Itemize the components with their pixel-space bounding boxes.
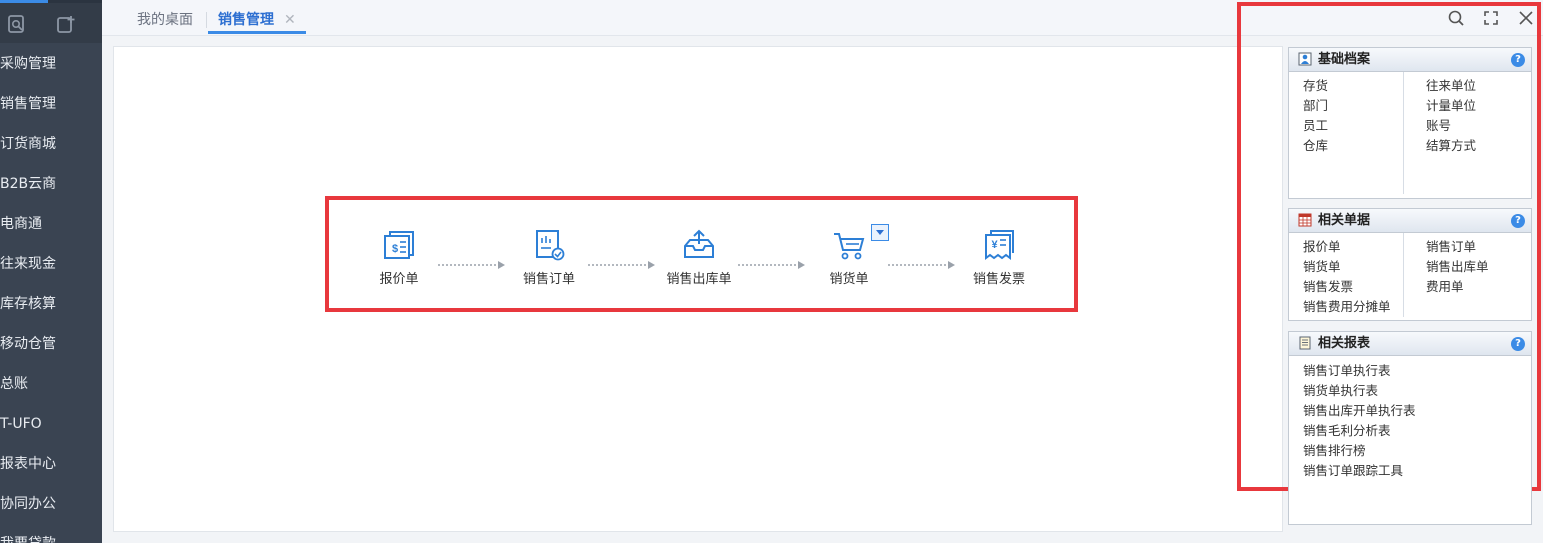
flow-node-label: 销货单 [829,272,869,287]
link-report-delivery-exec[interactable]: 销货单执行表 [1303,381,1416,401]
panel-right-column: 销售订单 销售出库单 费用单 [1426,237,1489,297]
sidebar-item-ecommerce[interactable]: 电商通 [0,204,102,244]
sidebar-item-b2b[interactable]: B2B云商 [0,164,102,204]
flow-node-label: 销售出库单 [666,272,732,287]
sidebar-item-sales[interactable]: 销售管理 [0,84,102,124]
link-sales-delivery[interactable]: 销货单 [1303,257,1391,277]
panel-body: 报价单 销货单 销售发票 销售费用分摊单 销售订单 销售出库单 费用单 [1289,233,1531,320]
link-employee[interactable]: 员工 [1303,116,1328,136]
link-report-outbound-exec[interactable]: 销售出库开单执行表 [1303,401,1416,421]
link-sales-order[interactable]: 销售订单 [1426,237,1489,257]
sidebar-menu: 采购管理 销售管理 订货商城 B2B云商 电商通 往来现金 库存核算 移动仓管 … [0,44,102,543]
sales-delivery-dropdown-button[interactable] [871,224,889,241]
user-file-icon [1298,52,1312,66]
flow-node-sales-order[interactable]: 销售订单 [504,228,594,287]
link-partner[interactable]: 往来单位 [1426,76,1476,96]
link-account[interactable]: 账号 [1426,116,1476,136]
flow-node-outbound[interactable]: 销售出库单 [654,228,744,287]
panel-left-column: 报价单 销货单 销售发票 销售费用分摊单 [1303,237,1391,317]
panel-left-column: 存货 部门 员工 仓库 [1303,76,1328,156]
cart-icon [834,233,865,260]
search-doc-icon[interactable] [8,15,26,33]
invoice-icon: ¥ [985,230,1014,260]
link-department[interactable]: 部门 [1303,96,1328,116]
tab-divider [206,12,207,28]
tab-my-desktop[interactable]: 我的桌面 [137,8,193,34]
panel-title: 基础档案 [1318,52,1371,67]
link-report-order-tracking[interactable]: 销售订单跟踪工具 [1303,461,1416,481]
svg-text:¥: ¥ [992,239,999,251]
help-icon[interactable]: ? [1511,214,1525,228]
quote-icon: $ [384,231,414,259]
panel-column-divider [1403,233,1404,317]
link-report-ranking[interactable]: 销售排行榜 [1303,441,1416,461]
sidebar-item-tufo[interactable]: T-UFO [0,404,102,444]
report-icon [1299,336,1311,350]
flow-node-label: 销售订单 [522,272,575,287]
panel-body: 存货 部门 员工 仓库 往来单位 计量单位 账号 结算方式 [1289,72,1531,198]
link-expense-allocation[interactable]: 销售费用分摊单 [1303,297,1391,317]
panel-title: 相关报表 [1318,336,1371,351]
link-settlement[interactable]: 结算方式 [1426,136,1476,156]
help-icon[interactable]: ? [1511,53,1525,67]
panel-related-docs: 相关单据 ? 报价单 销货单 销售发票 销售费用分摊单 销售订单 销售出库单 费… [1288,208,1532,321]
panel-header: 相关单据 ? [1289,209,1531,233]
flow-node-quote[interactable]: $ 报价单 [354,228,444,287]
panel-right-column: 往来单位 计量单位 账号 结算方式 [1426,76,1476,156]
svg-text:$: $ [392,243,398,255]
sales-flow-box: $ 报价单 销售订单 销售出库单 销货单 ¥ 销售发票 [325,196,1078,312]
sidebar-item-loan[interactable]: 我要贷款 [0,524,102,543]
link-warehouse[interactable]: 仓库 [1303,136,1328,156]
tab-label: 销售管理 [218,12,274,28]
sidebar-item-reports[interactable]: 报表中心 [0,444,102,484]
panel-related-reports: 相关报表 ? 销售订单执行表 销货单执行表 销售出库开单执行表 销售毛利分析表 … [1288,331,1532,525]
sidebar-item-mobile-warehouse[interactable]: 移动仓管 [0,324,102,364]
sidebar-icon-bar [0,3,102,43]
link-sales-invoice[interactable]: 销售发票 [1303,277,1391,297]
panel-body: 销售订单执行表 销货单执行表 销售出库开单执行表 销售毛利分析表 销售排行榜 销… [1289,356,1531,524]
sidebar-item-order-mall[interactable]: 订货商城 [0,124,102,164]
link-report-order-exec[interactable]: 销售订单执行表 [1303,361,1416,381]
sidebar-item-purchase[interactable]: 采购管理 [0,44,102,84]
sidebar: 采购管理 销售管理 订货商城 B2B云商 电商通 往来现金 库存核算 移动仓管 … [0,0,102,543]
table-icon [1298,213,1312,227]
sidebar-item-collab[interactable]: 协同办公 [0,484,102,524]
tab-label: 我的桌面 [137,12,193,28]
link-quote[interactable]: 报价单 [1303,237,1391,257]
flow-arrow-2 [588,261,655,269]
tab-sales-management[interactable]: 销售管理 ✕ [208,8,306,34]
panel-header: 基础档案 ? [1289,48,1531,72]
flow-arrow-1 [438,261,505,269]
flow-node-sales-invoice[interactable]: ¥ 销售发票 [954,228,1044,287]
flow-arrow-3 [738,261,805,269]
link-report-gross-profit[interactable]: 销售毛利分析表 [1303,421,1416,441]
panel-report-list: 销售订单执行表 销货单执行表 销售出库开单执行表 销售毛利分析表 销售排行榜 销… [1303,361,1416,481]
add-doc-icon[interactable] [57,15,75,33]
sales-order-icon [536,230,565,261]
outbound-icon [684,229,714,258]
flow-node-label: 报价单 [379,272,419,287]
panel-title: 相关单据 [1318,213,1371,228]
sidebar-item-ledger[interactable]: 总账 [0,364,102,404]
link-expense[interactable]: 费用单 [1426,277,1489,297]
link-inventory[interactable]: 存货 [1303,76,1328,96]
panel-basic-files: 基础档案 ? 存货 部门 员工 仓库 往来单位 计量单位 账号 结算方式 [1288,47,1532,199]
tab-close-icon[interactable]: ✕ [284,12,296,28]
link-unit[interactable]: 计量单位 [1426,96,1476,116]
panel-header: 相关报表 ? [1289,332,1531,356]
flow-node-label: 销售发票 [972,272,1025,287]
flow-arrow-4 [888,261,955,269]
sidebar-item-cash[interactable]: 往来现金 [0,244,102,284]
sidebar-item-inventory[interactable]: 库存核算 [0,284,102,324]
link-sales-outbound[interactable]: 销售出库单 [1426,257,1489,277]
help-icon[interactable]: ? [1511,337,1525,351]
panel-column-divider [1403,72,1404,194]
